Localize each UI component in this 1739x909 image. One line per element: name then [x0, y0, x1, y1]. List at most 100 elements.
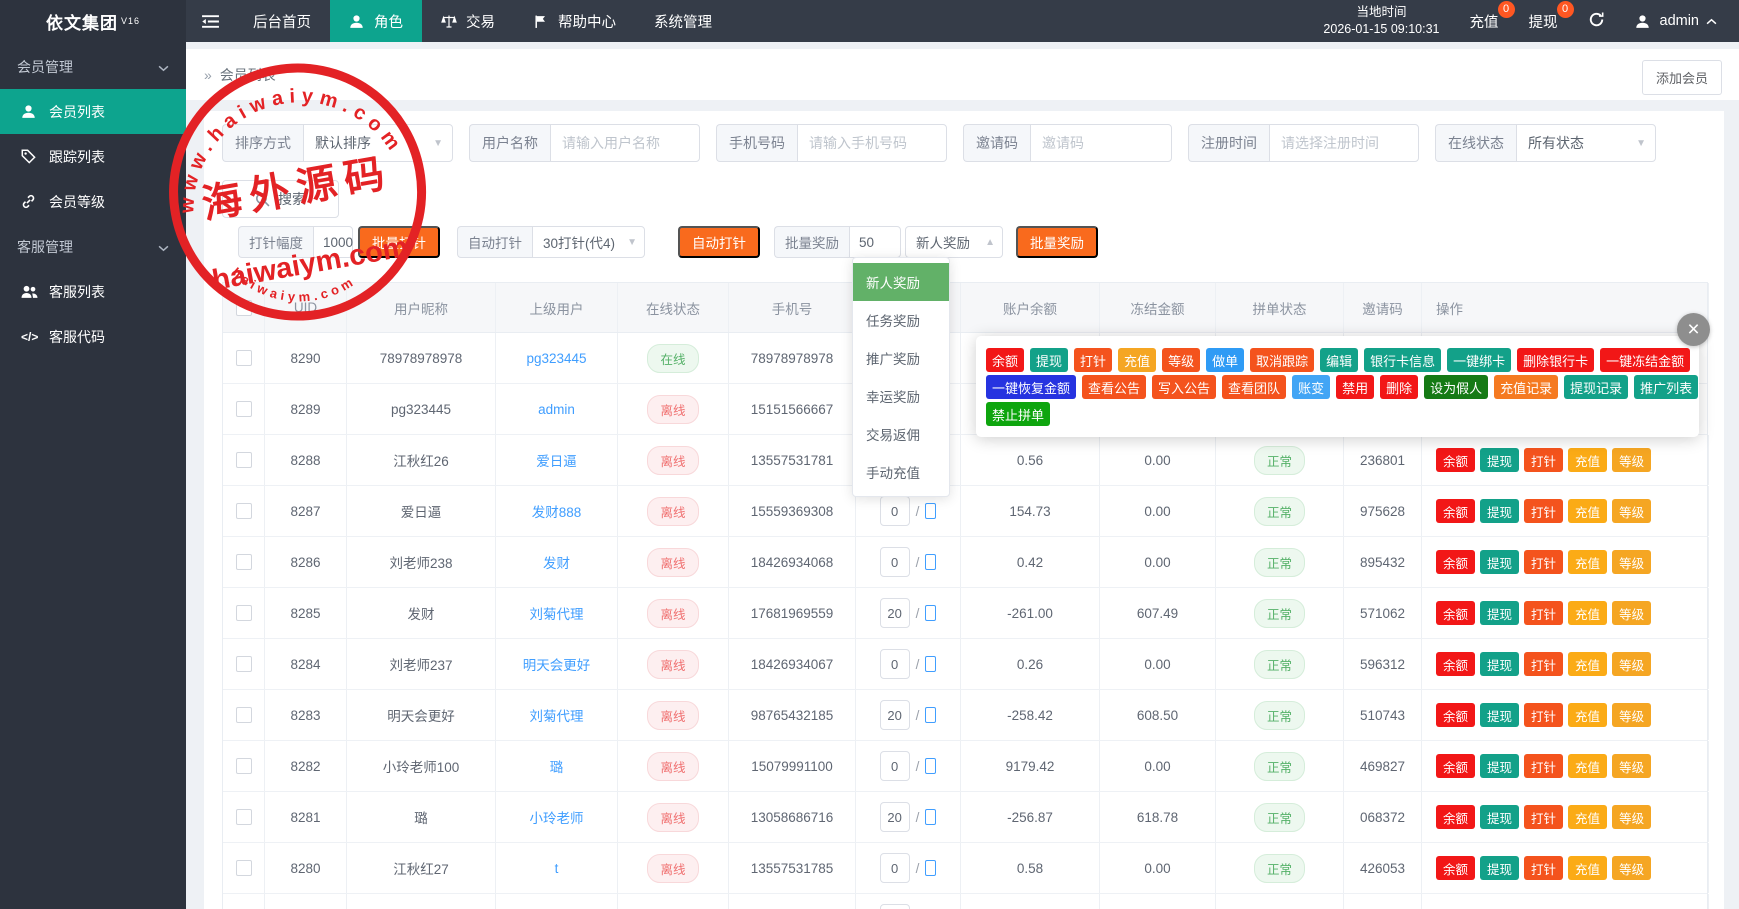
batch-reward-input[interactable]: 50 [849, 226, 901, 258]
reward-option[interactable]: 任务奖励 [853, 301, 949, 339]
row-action-button[interactable]: 等级 [1612, 805, 1651, 829]
filter-input[interactable]: 默认排序 ▼ [303, 124, 453, 162]
parent-user-link[interactable]: pg323445 [526, 351, 586, 366]
row-action-button[interactable]: 等级 [1612, 856, 1651, 880]
row-checkbox[interactable] [236, 452, 252, 468]
batch-needle-button[interactable]: 批量打针 [358, 226, 440, 258]
parent-user-link[interactable]: 爱日逼 [536, 450, 577, 470]
needle-plan-input[interactable]: 0 [880, 496, 910, 526]
row-action-button[interactable]: 提现 [1480, 652, 1519, 676]
action-button[interactable]: 查看团队 [1222, 375, 1286, 399]
needle-plan-input[interactable]: 20 [880, 802, 910, 832]
row-checkbox[interactable] [236, 707, 252, 723]
action-button[interactable]: 等级 [1162, 348, 1200, 372]
action-button[interactable]: 充值 [1118, 348, 1156, 372]
row-action-button[interactable]: 余额 [1436, 652, 1475, 676]
row-action-button[interactable]: 提现 [1480, 448, 1519, 472]
action-button[interactable]: 做单 [1206, 348, 1244, 372]
row-checkbox[interactable] [236, 860, 252, 876]
row-action-button[interactable]: 等级 [1612, 754, 1651, 778]
row-action-button[interactable]: 余额 [1436, 550, 1475, 574]
row-checkbox[interactable] [236, 350, 252, 366]
needle-plan-target[interactable] [925, 554, 936, 570]
row-action-button[interactable]: 等级 [1612, 550, 1651, 574]
row-checkbox[interactable] [236, 758, 252, 774]
row-action-button[interactable]: 打针 [1524, 856, 1563, 880]
row-action-button[interactable]: 提现 [1480, 856, 1519, 880]
search-button[interactable]: 搜索 [222, 180, 339, 218]
row-action-button[interactable]: 打针 [1524, 754, 1563, 778]
action-button[interactable]: 删除银行卡 [1517, 348, 1594, 372]
parent-user-link[interactable]: 小玲老师 [530, 807, 584, 827]
row-action-button[interactable]: 余额 [1436, 448, 1475, 472]
row-action-button[interactable]: 充值 [1568, 856, 1607, 880]
row-action-button[interactable]: 等级 [1612, 601, 1651, 625]
reward-option[interactable]: 推广奖励 [853, 339, 949, 377]
action-button[interactable]: 取消跟踪 [1250, 348, 1314, 372]
row-action-button[interactable]: 打针 [1524, 805, 1563, 829]
row-action-button[interactable]: 等级 [1612, 499, 1651, 523]
row-action-button[interactable]: 提现 [1480, 805, 1519, 829]
row-action-button[interactable]: 充值 [1568, 805, 1607, 829]
row-action-button[interactable]: 打针 [1524, 703, 1563, 727]
auto-needle-select[interactable]: 30打针(代4) ▼ [532, 226, 645, 258]
parent-user-link[interactable]: 发财 [543, 552, 570, 572]
sidebar-item[interactable]: 跟踪列表 [0, 134, 186, 179]
action-button[interactable]: 一键恢复金额 [986, 375, 1076, 399]
top-menu-item[interactable]: 后台首页 [234, 0, 330, 42]
needle-plan-input[interactable]: 0 [880, 751, 910, 781]
needle-plan-input[interactable]: 0 [880, 904, 910, 909]
needle-plan-target[interactable] [925, 758, 936, 774]
action-button[interactable]: 编辑 [1320, 348, 1358, 372]
row-checkbox[interactable] [236, 503, 252, 519]
row-checkbox[interactable] [236, 809, 252, 825]
sidebar-item[interactable]: 会员等级 [0, 179, 186, 224]
needle-plan-target[interactable] [925, 707, 936, 723]
reward-option[interactable]: 幸运奖励 [853, 377, 949, 415]
row-action-button[interactable]: 打针 [1524, 448, 1563, 472]
action-button[interactable]: 写入公告 [1152, 375, 1216, 399]
user-menu[interactable]: admin [1635, 13, 1718, 29]
row-checkbox[interactable] [236, 401, 252, 417]
action-button[interactable]: 提现 [1030, 348, 1068, 372]
parent-user-link[interactable]: admin [538, 402, 575, 417]
top-menu-item[interactable]: 帮助中心 [514, 0, 635, 42]
row-action-button[interactable]: 提现 [1480, 499, 1519, 523]
row-action-button[interactable]: 打针 [1524, 499, 1563, 523]
row-action-button[interactable]: 余额 [1436, 805, 1475, 829]
sidebar-item[interactable]: 会员管理 [0, 44, 186, 89]
row-checkbox[interactable] [236, 605, 252, 621]
row-action-button[interactable]: 等级 [1612, 652, 1651, 676]
needle-plan-target[interactable] [925, 605, 936, 621]
needle-plan-target[interactable] [925, 860, 936, 876]
row-action-button[interactable]: 充值 [1568, 754, 1607, 778]
sidebar-item[interactable]: 会员列表 [0, 89, 186, 134]
filter-input[interactable]: 所有状态 ▼ [1516, 124, 1656, 162]
action-button[interactable]: 设为假人 [1424, 375, 1488, 399]
row-action-button[interactable]: 等级 [1612, 703, 1651, 727]
row-action-button[interactable]: 提现 [1480, 601, 1519, 625]
reward-option[interactable]: 手动充值 [853, 453, 949, 491]
action-button[interactable]: 禁止拼单 [986, 402, 1050, 426]
row-action-button[interactable]: 提现 [1480, 550, 1519, 574]
top-menu-item[interactable]: 系统管理 [635, 0, 731, 42]
action-button[interactable]: 账变 [1292, 375, 1330, 399]
top-menu-item[interactable]: 角色 [330, 0, 422, 42]
auto-needle-button[interactable]: 自动打针 [678, 226, 760, 258]
row-action-button[interactable]: 余额 [1436, 856, 1475, 880]
close-icon[interactable]: × [1677, 313, 1710, 346]
row-action-button[interactable]: 充值 [1568, 703, 1607, 727]
needle-plan-input[interactable]: 20 [880, 598, 910, 628]
needle-plan-target[interactable] [925, 656, 936, 672]
parent-user-link[interactable]: 明天会更好 [523, 654, 591, 674]
row-action-button[interactable]: 余额 [1436, 499, 1475, 523]
filter-input[interactable]: 邀请码 [1030, 124, 1172, 162]
row-action-button[interactable]: 充值 [1568, 448, 1607, 472]
action-button[interactable]: 余额 [986, 348, 1024, 372]
row-action-button[interactable]: 余额 [1436, 601, 1475, 625]
action-button[interactable]: 充值记录 [1494, 375, 1558, 399]
row-checkbox[interactable] [236, 554, 252, 570]
needle-plan-target[interactable] [925, 503, 936, 519]
action-button[interactable]: 禁用 [1336, 375, 1374, 399]
parent-user-link[interactable]: 璐 [550, 756, 564, 776]
